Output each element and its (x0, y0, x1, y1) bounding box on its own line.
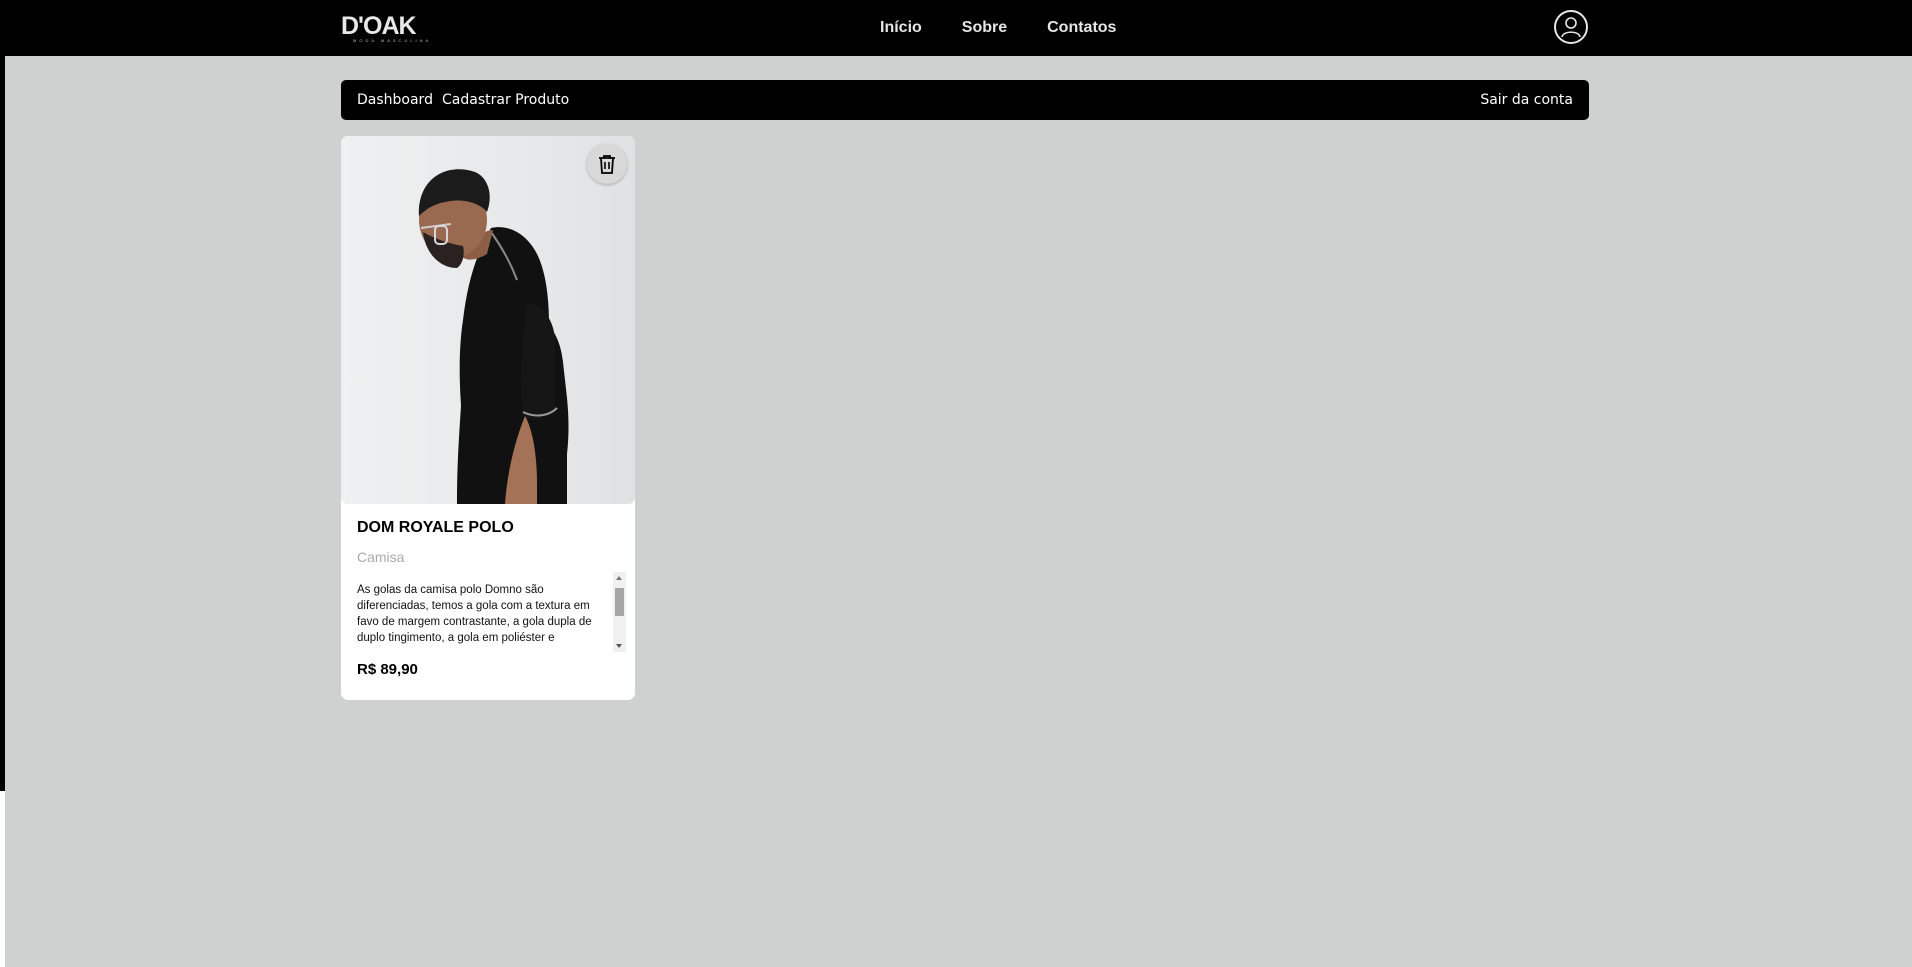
logo-tagline: MODA MASCULINA (353, 38, 432, 43)
user-circle-icon (1561, 17, 1581, 38)
product-description-box[interactable]: As golas da camisa polo Domno são difere… (357, 572, 626, 652)
product-price: R$ 89,90 (357, 661, 418, 678)
product-name: DOM ROYALE POLO (357, 519, 514, 536)
scroll-up-arrow-icon[interactable] (616, 576, 622, 580)
product-description: As golas da camisa polo Domno são difere… (357, 584, 592, 644)
logo-text: D'OAK (341, 12, 417, 40)
main-nav: Início Sobre Contatos (880, 18, 1156, 38)
nav-link-contatos[interactable]: Contatos (1047, 18, 1116, 38)
user-account-button[interactable] (1554, 10, 1588, 44)
trash-icon (599, 155, 615, 174)
top-navbar: D'OAK MODA MASCULINA Início Sobre Contat… (0, 0, 1912, 56)
product-card: DOM ROYALE POLO Camisa As golas da camis… (341, 136, 635, 700)
product-photo (418, 169, 569, 504)
left-edge-strip (0, 0, 5, 791)
brand-logo[interactable]: D'OAK MODA MASCULINA (341, 13, 443, 43)
add-product-link[interactable]: Cadastrar Produto (442, 91, 569, 109)
dashboard-link[interactable]: Dashboard (357, 91, 433, 109)
delete-product-button[interactable] (587, 144, 627, 184)
scroll-down-arrow-icon[interactable] (616, 644, 622, 648)
product-image[interactable] (341, 136, 635, 504)
description-scrollbar[interactable] (613, 572, 626, 652)
dashboard-toolbar: Dashboard Cadastrar Produto Sair da cont… (341, 80, 1589, 120)
logout-link[interactable]: Sair da conta (1480, 91, 1573, 109)
left-edge-strip-lower (0, 791, 5, 967)
product-category: Camisa (357, 549, 405, 565)
nav-link-inicio[interactable]: Início (880, 18, 922, 38)
nav-link-sobre[interactable]: Sobre (962, 18, 1007, 38)
scroll-thumb[interactable] (615, 588, 624, 616)
